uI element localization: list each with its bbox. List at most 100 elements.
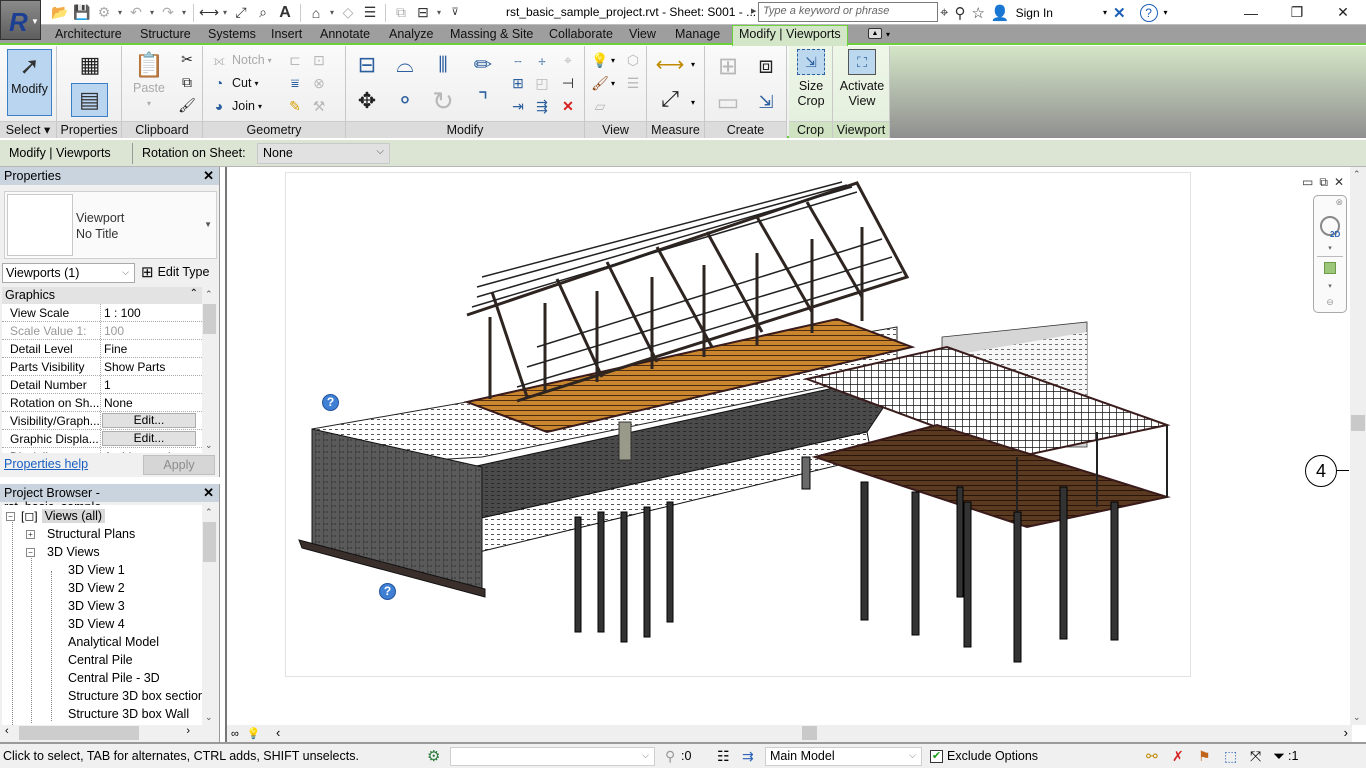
beam-column-joins-icon[interactable]: ⩸ [285, 73, 305, 93]
properties-scrollbar[interactable]: ⌃ ⌄ [202, 287, 217, 453]
split-face-icon[interactable]: ⊡ [309, 50, 329, 70]
cut-geometry-button[interactable]: ◔ Cut ▾ [209, 73, 259, 93]
sync-dropdown[interactable]: ▾ [116, 8, 124, 17]
panel-visibility-toggle[interactable]: ▲ [868, 28, 882, 39]
browser-vertical-scrollbar[interactable]: ⌃ ⌄ [202, 505, 217, 725]
offset-icon[interactable]: ⌓ [390, 50, 420, 80]
tab-structure[interactable]: Structure [140, 25, 191, 45]
edit-type-button[interactable]: ⊞ Edit Type [141, 263, 209, 281]
minimize-view-icon[interactable]: ▭ [1302, 175, 1313, 190]
switch-windows-icon[interactable]: ⊟ [413, 3, 433, 23]
tree-node-view[interactable]: Structure 3D box section [68, 687, 202, 705]
visibility-graphics-edit-button[interactable]: Edit... [102, 413, 196, 428]
graphic-display-edit-button[interactable]: Edit... [102, 431, 196, 446]
scroll-up-icon[interactable]: ⌃ [1353, 169, 1361, 180]
chevron-down-icon[interactable]: ▾ [1314, 282, 1346, 290]
scroll-right-icon[interactable]: › [1344, 725, 1348, 740]
chevron-down-icon[interactable]: ▾ [611, 56, 615, 65]
close-hidden-windows-icon[interactable]: ⧉ [391, 3, 411, 23]
sign-in-dropdown[interactable]: ▾ [1103, 8, 1107, 17]
copy-element-icon[interactable]: ⚬ [390, 86, 420, 116]
close-navbar-icon[interactable]: ⊗ [1314, 197, 1346, 208]
scroll-down-icon[interactable]: ⌄ [1353, 712, 1361, 723]
help-marker-icon[interactable]: ? [322, 394, 339, 411]
close-icon[interactable]: ✕ [203, 168, 214, 184]
scale-icon[interactable]: ◰ [532, 73, 552, 93]
copy-icon[interactable]: ⧉ [177, 72, 197, 92]
help-marker-icon[interactable]: ? [379, 583, 396, 600]
chevron-down-icon[interactable]: ▾ [886, 30, 890, 39]
property-row[interactable]: Parts Visibility Show Parts [2, 358, 202, 376]
property-value[interactable]: None [101, 394, 202, 411]
properties-toggle-icon[interactable]: ▤ [71, 83, 108, 117]
create-parts-icon[interactable]: ⊞ [711, 50, 745, 82]
cut-scissors-icon[interactable]: ✂ [177, 49, 197, 69]
rotation-on-sheet-select[interactable]: None ⌵ [257, 143, 390, 164]
chevron-down-icon[interactable]: ▾ [691, 60, 695, 69]
create-assembly-icon[interactable]: ▭ [711, 86, 745, 118]
apply-button[interactable]: Apply [143, 455, 215, 475]
exchange-apps-icon[interactable]: ✕ [1113, 4, 1126, 22]
demolish-icon[interactable]: ⊗ [309, 73, 329, 93]
linework-brush-icon[interactable]: 🖌 [590, 73, 610, 93]
collapse-toggle[interactable]: − [6, 511, 15, 521]
move-icon[interactable]: ✥ [352, 86, 382, 116]
selection-box-icon[interactable]: ▱ [590, 96, 610, 116]
chevron-down-icon[interactable]: ▾ [1314, 244, 1346, 252]
array-icon[interactable]: ⊞ [508, 73, 528, 93]
scroll-thumb[interactable] [19, 726, 139, 740]
remove-paint-icon[interactable]: ⚒ [309, 96, 329, 116]
notch-button[interactable]: ⟗ Notch ▾ [209, 50, 272, 70]
tree-node-structural-plans[interactable]: + Structural Plans [26, 525, 135, 543]
mirror-pick-axis-icon[interactable]: ⫴ [428, 50, 458, 80]
property-row[interactable]: Detail Number 1 [2, 376, 202, 394]
trim-extend-corner-icon[interactable]: ⌝ [468, 86, 498, 116]
tree-node-view[interactable]: Central Pile - 3D [68, 669, 160, 687]
sign-in-link[interactable]: Sign In [1016, 6, 1053, 20]
wall-joins-icon[interactable]: ⊏ [285, 50, 305, 70]
scroll-down-icon[interactable]: ⌄ [205, 712, 213, 723]
scroll-left-icon[interactable]: ‹ [276, 725, 280, 740]
type-selector[interactable]: Viewport No Title ▼ [4, 191, 217, 259]
canvas-horizontal-scrollbar[interactable]: ‹ › [272, 725, 1352, 742]
scroll-thumb[interactable] [1351, 415, 1365, 431]
tab-modify-viewports[interactable]: Modify | Viewports [732, 25, 848, 46]
filter-icon[interactable]: ⏷ [1273, 746, 1285, 766]
undo-dropdown[interactable]: ▾ [148, 8, 156, 17]
grid-bubble[interactable]: 4 [1305, 455, 1337, 487]
linework-icon[interactable]: ☰ [623, 73, 643, 93]
tab-view[interactable]: View [629, 25, 656, 45]
activate-view-button[interactable]: ⛶ Activate View [837, 49, 887, 109]
tab-architecture[interactable]: Architecture [55, 25, 122, 45]
tree-node-view[interactable]: 3D View 3 [68, 597, 125, 615]
user-icon[interactable]: 👤 [991, 4, 1010, 22]
section-icon[interactable]: ◇ [338, 3, 358, 23]
tab-collaborate[interactable]: Collaborate [549, 25, 613, 45]
chevron-down-icon[interactable]: ▾ [691, 98, 695, 107]
trim-extend-multiple-icon[interactable]: ⇶ [532, 96, 552, 116]
scroll-thumb[interactable] [203, 522, 216, 562]
hide-in-view-lightbulb-icon[interactable]: 💡 [590, 50, 610, 70]
tab-analyze[interactable]: Analyze [389, 25, 433, 45]
create-similar-icon[interactable]: ⇲ [749, 86, 783, 118]
join-geometry-button[interactable]: ◕ Join ▾ [209, 96, 262, 116]
help-search-input[interactable]: Type a keyword or phrase [758, 2, 938, 22]
communication-center-icon[interactable]: ⚲ [954, 4, 965, 22]
3d-view-dropdown[interactable]: ▾ [328, 8, 336, 17]
paint-icon[interactable]: ✎ [285, 96, 305, 116]
tree-node-views-all[interactable]: − [◻] Views (all) [6, 507, 106, 525]
measure-dropdown[interactable]: ▾ [221, 8, 229, 17]
instance-filter-select[interactable]: Viewports (1) ⌵ [2, 263, 135, 283]
property-row[interactable]: Detail Level Fine [2, 340, 202, 358]
trim-extend-single-icon[interactable]: ⇥ [508, 96, 528, 116]
show-rendering-dialog-icon[interactable]: ∞ [231, 728, 239, 740]
reveal-hidden-elements-lightbulb-icon[interactable]: 💡 [247, 727, 261, 740]
editable-only-icon[interactable]: ⚲ [665, 746, 675, 766]
tab-manage[interactable]: Manage [675, 25, 720, 45]
canvas-vertical-scrollbar[interactable]: ⌃ ⌄ [1350, 167, 1366, 725]
modify-button[interactable]: ➚ Modify [7, 49, 52, 116]
scroll-up-icon[interactable]: ⌃ [205, 289, 213, 300]
undo-icon[interactable]: ↶ [126, 3, 146, 23]
match-type-icon[interactable]: 🖌 [177, 95, 197, 115]
drawing-canvas[interactable]: ? ? 4 ▭ ⧉ ✕ ⊗ 2D ▾ ▾ ⊖ ⌃ ⌄ ∞ 💡 ‹ › [225, 167, 1366, 742]
